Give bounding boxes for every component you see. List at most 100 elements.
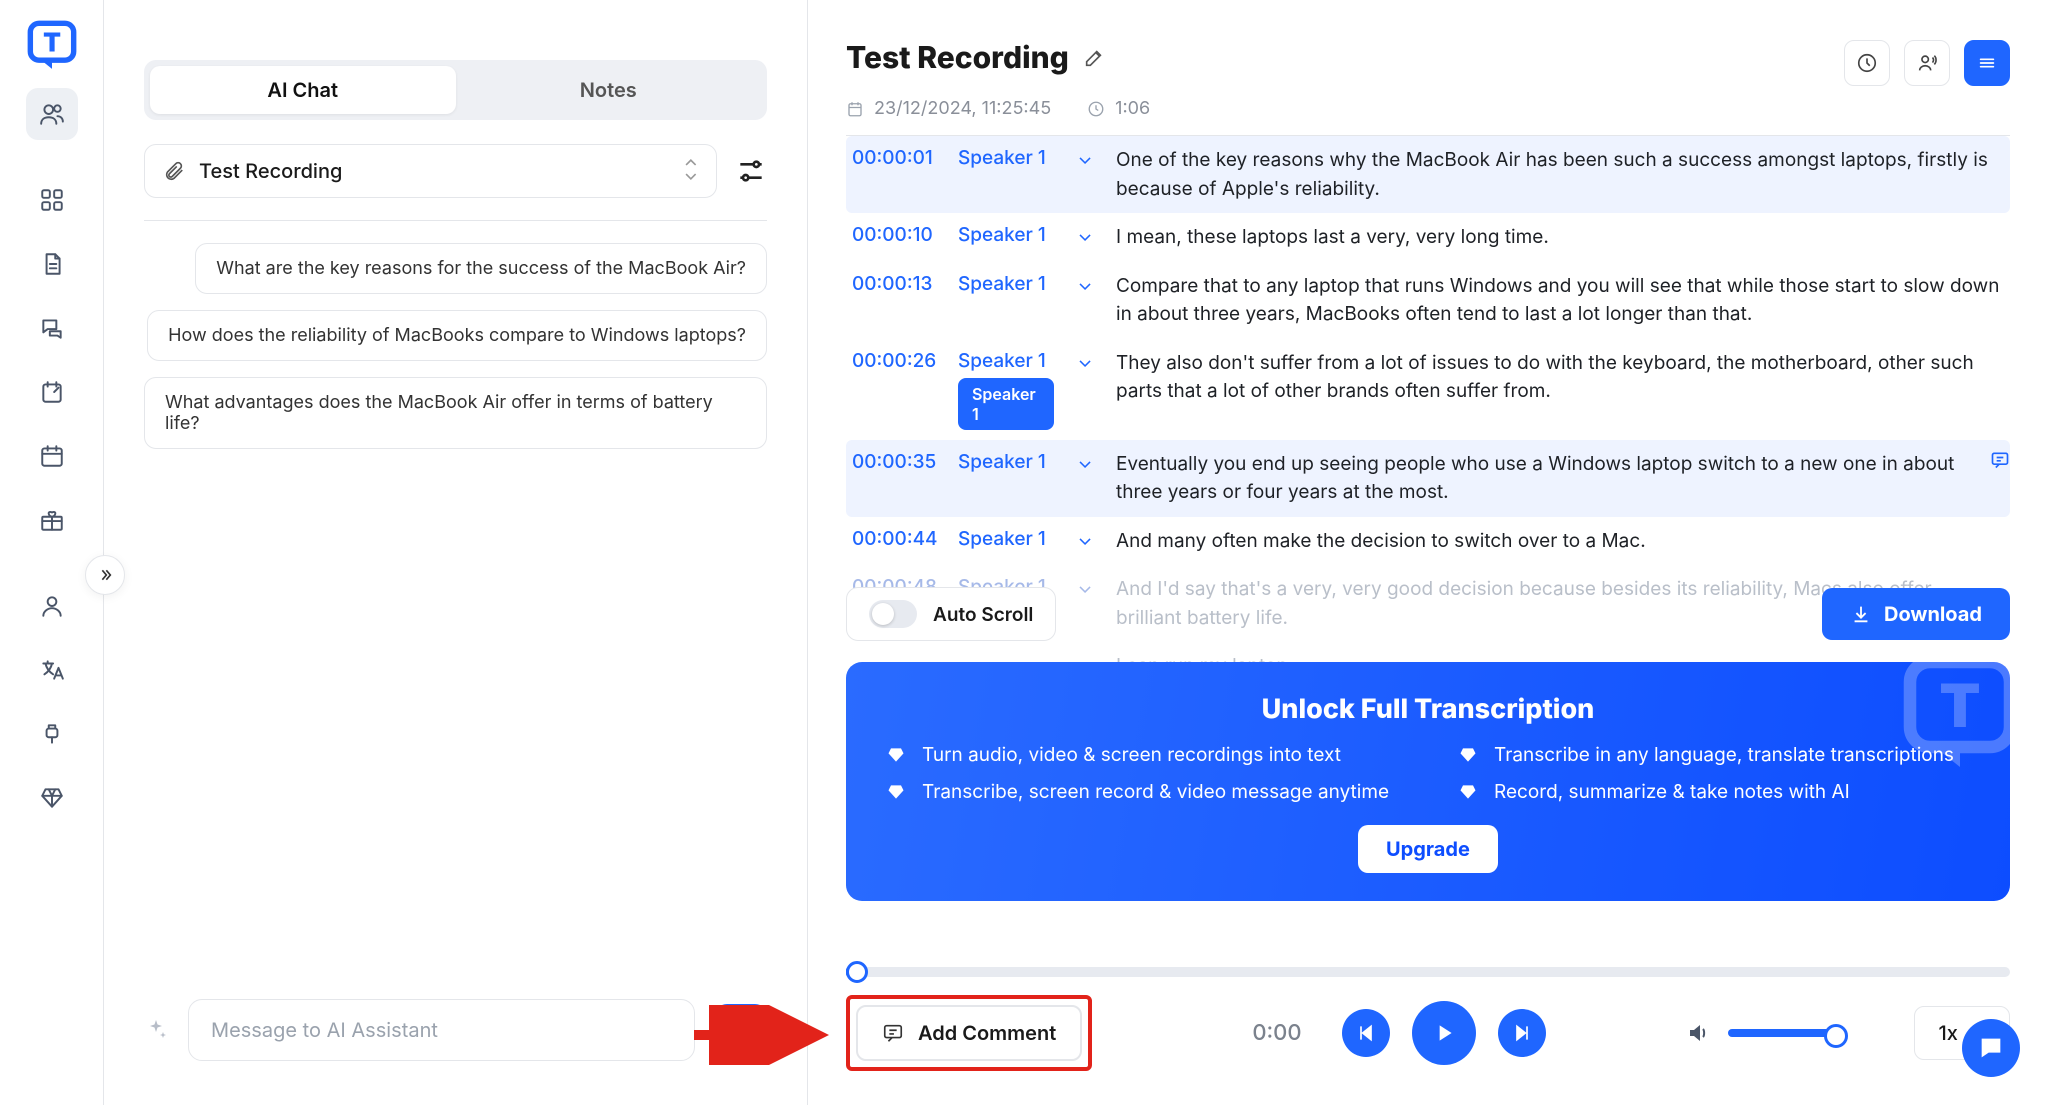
menu-button[interactable] [1964,40,2010,86]
recording-date: 23/12/2024, 11:25:45 [846,98,1051,119]
rail-premium[interactable] [26,772,78,824]
chevron-down-icon[interactable]: ⌄ [1072,349,1098,372]
transcript-row[interactable]: 00:00:35 Speaker 1 ⌄ Eventually you end up … [846,440,2010,517]
transcript-row[interactable]: 00:00:44 Speaker 1 ⌄ And many often make th… [846,517,2010,566]
speaker-label[interactable]: Speaker 1 [958,272,1054,295]
speaker-voice-button[interactable] [1904,40,1950,86]
timestamp[interactable]: 00:00:13 [852,272,940,295]
chevron-down-icon[interactable]: ⌄ [1072,272,1098,295]
speaker-label[interactable]: Speaker 1 [958,223,1054,246]
transcript-text: One of the key reasons why the MacBook A… [1116,146,2000,203]
speaker-tag[interactable]: Speaker 1 [958,378,1054,430]
rail-people[interactable] [26,88,78,140]
next-button[interactable] [1498,1009,1546,1057]
settings-sliders-icon[interactable] [735,155,767,187]
transcript-row[interactable]: 00:00:13 Speaker 1 ⌄ Compare that to any la… [846,262,2010,339]
diamond-icon [886,745,906,765]
app-logo[interactable]: T [21,14,83,76]
timestamp[interactable]: 00:00:44 [852,527,940,550]
chevron-down-icon[interactable]: ⌄ [1072,527,1098,550]
prev-button[interactable] [1342,1009,1390,1057]
rail-calendar[interactable] [26,430,78,482]
side-rail: T [0,0,104,1105]
tab-notes[interactable]: Notes [456,66,762,114]
suggestion-chip[interactable]: How does the reliability of MacBooks com… [147,310,767,361]
unlock-banner: T Unlock Full Transcription Turn audio, … [846,662,2010,901]
updown-icon: ⌃⌄ [684,163,698,179]
seek-knob[interactable] [846,961,868,983]
has-comment-icon[interactable] [1990,450,2010,475]
ai-chat-panel: AI Chat Notes Test Recording ⌃⌄ What are… [104,0,808,1105]
context-attachment-select[interactable]: Test Recording ⌃⌄ [144,144,717,198]
transcript-row[interactable]: 00:00:10 Speaker 1 ⌄ I mean, these laptops … [846,213,2010,262]
toggle-switch[interactable] [869,600,917,628]
suggestion-chip[interactable]: What advantages does the MacBook Air off… [144,377,767,449]
svg-text:T: T [1939,670,1980,742]
download-button[interactable]: Download [1822,588,2010,640]
chevron-down-icon[interactable]: ⌄ [1072,146,1098,169]
transcript-row[interactable]: 00:00:26 Speaker 1 Speaker 1 ⌄ They also don… [846,339,2010,440]
chevron-down-icon[interactable]: ⌄ [1072,223,1098,246]
current-time: 0:00 [1252,1020,1301,1046]
speaker-label[interactable]: Speaker 1 [958,349,1054,372]
transcript-text: Eventually you end up seeing people who … [1116,450,2000,507]
sparkle-icon[interactable] [144,1018,168,1042]
rail-dashboard[interactable] [26,174,78,226]
play-button[interactable] [1412,1001,1476,1065]
upgrade-button[interactable]: Upgrade [1358,825,1498,873]
transcript-text: They also don't suffer from a lot of iss… [1116,349,2000,406]
message-input[interactable]: Message to AI Assistant [188,999,695,1061]
volume-control[interactable] [1686,1021,1840,1045]
volume-icon [1686,1021,1710,1045]
comment-icon [882,1022,904,1044]
send-button[interactable] [715,1004,767,1056]
rail-profile[interactable] [26,580,78,632]
rail-gift[interactable] [26,494,78,546]
rail-notes[interactable] [26,366,78,418]
history-button[interactable] [1844,40,1890,86]
diamond-icon [1458,745,1478,765]
timestamp[interactable]: 00:00:10 [852,223,940,246]
timestamp[interactable]: 00:00:01 [852,146,940,169]
tab-ai-chat[interactable]: AI Chat [150,66,456,114]
banner-item: Turn audio, video & screen recordings in… [886,743,1398,766]
diamond-icon [886,782,906,802]
page-title: Test Recording [846,40,1105,76]
attachment-name: Test Recording [199,159,342,183]
timestamp[interactable]: 00:00:26 [852,349,940,372]
transcript-text: And many often make the decision to swit… [1116,527,2000,556]
rail-documents[interactable] [26,238,78,290]
speaker-label[interactable]: Speaker 1 [958,450,1054,473]
banner-item: Record, summarize & take notes with AI [1458,780,1970,803]
support-chat-fab[interactable] [1962,1019,2020,1077]
panel-tabs: AI Chat Notes [144,60,767,120]
recording-duration: 1:06 [1087,98,1150,119]
chevron-down-icon[interactable]: ⌄ [1072,575,1098,598]
rail-language[interactable] [26,644,78,696]
paperclip-icon [163,160,185,182]
seek-bar[interactable] [846,967,2010,977]
transcript-row[interactable]: 00:00:01 Speaker 1 ⌄ One of the key reasons… [846,136,2010,213]
timestamp[interactable]: 00:00:35 [852,450,940,473]
chevron-down-icon[interactable]: ⌄ [1072,450,1098,473]
rail-chats[interactable] [26,302,78,354]
edit-title-icon[interactable] [1083,47,1105,69]
transcript-panel: Test Recording 23/12/2024, 11:25:45 1:06… [808,0,2048,1105]
banner-item: Transcribe, screen record & video messag… [886,780,1398,803]
rail-integrations[interactable] [26,708,78,760]
transcript-text: I mean, these laptops last a very, very … [1116,223,2000,252]
banner-item: Transcribe in any language, translate tr… [1458,743,1970,766]
diamond-icon [1458,782,1478,802]
banner-title: Unlock Full Transcription [886,692,1970,725]
annotation-highlight: Add Comment [846,995,1092,1071]
speaker-label[interactable]: Speaker 1 [958,527,1054,550]
speaker-label[interactable]: Speaker 1 [958,146,1054,169]
volume-slider[interactable] [1728,1029,1840,1037]
add-comment-button[interactable]: Add Comment [856,1005,1082,1061]
svg-text:T: T [43,28,61,59]
audio-player: Add Comment 0:00 1x ⌃⌄ [846,967,2010,1071]
transcript-text: Compare that to any laptop that runs Win… [1116,272,2000,329]
suggestion-chip[interactable]: What are the key reasons for the success… [195,243,767,294]
auto-scroll-toggle[interactable]: Auto Scroll [846,587,1056,641]
banner-watermark-icon: T [1900,652,2020,772]
